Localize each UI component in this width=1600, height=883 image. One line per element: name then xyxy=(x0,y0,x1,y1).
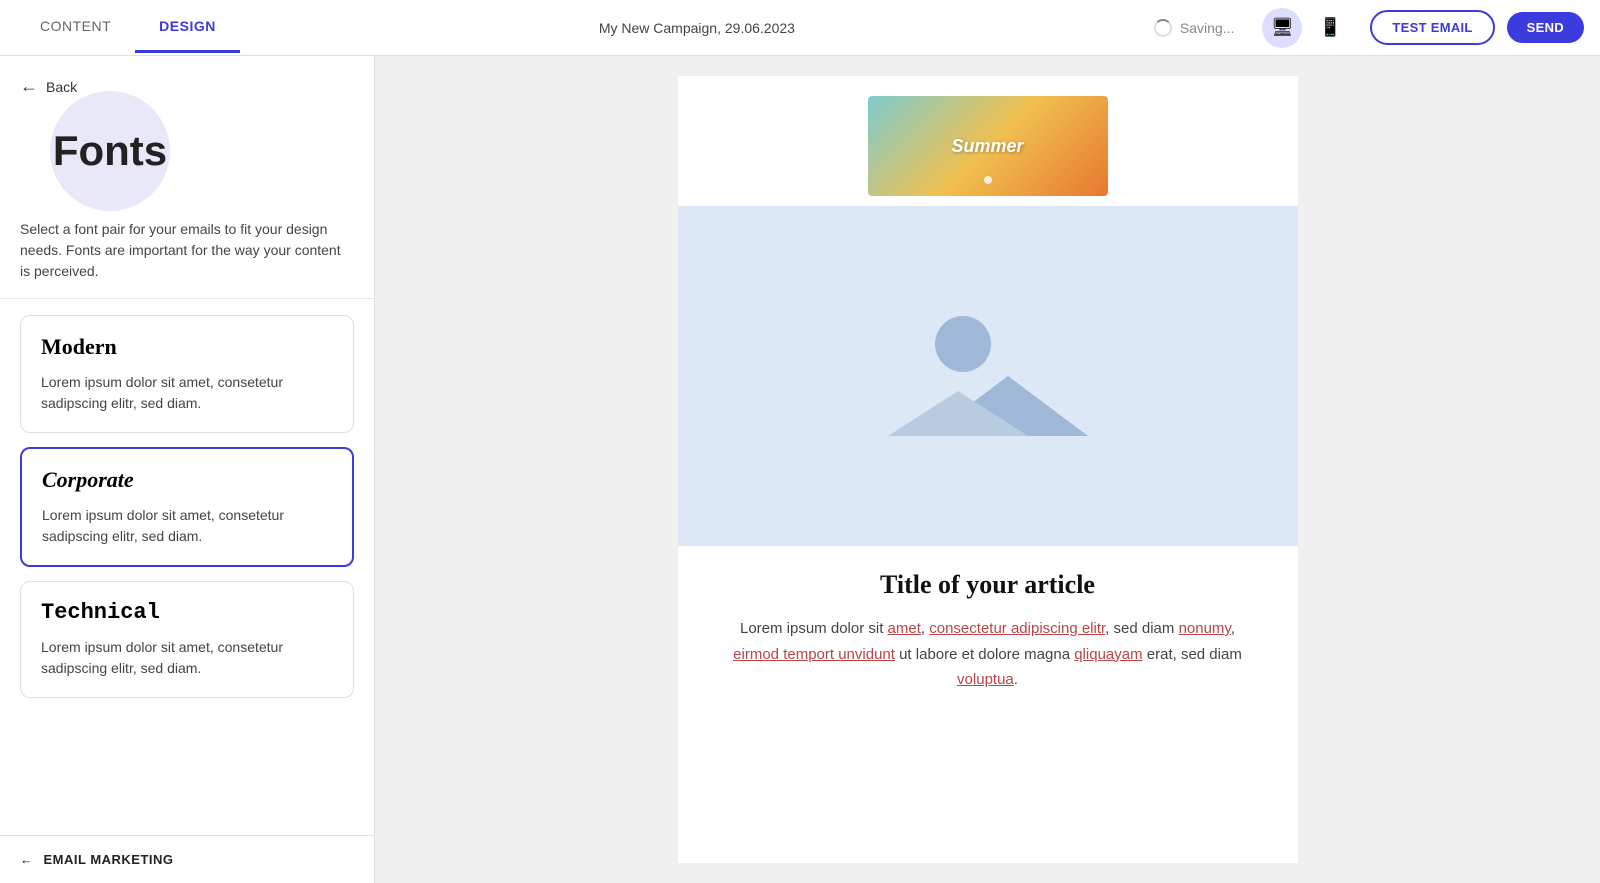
email-marketing-label: EMAIL MARKETING xyxy=(44,852,174,867)
sidebar-description: Select a font pair for your emails to fi… xyxy=(0,211,374,299)
font-card-corporate-title: Corporate xyxy=(42,467,332,493)
tab-content[interactable]: CONTENT xyxy=(16,2,135,53)
font-card-corporate[interactable]: Corporate Lorem ipsum dolor sit amet, co… xyxy=(20,447,354,567)
tab-design[interactable]: DESIGN xyxy=(135,2,240,53)
font-card-technical[interactable]: Technical Lorem ipsum dolor sit amet, co… xyxy=(20,581,354,698)
saving-status: Saving... xyxy=(1154,19,1234,37)
link-qliquayam[interactable]: qliquayam xyxy=(1074,646,1142,663)
font-card-technical-title: Technical xyxy=(41,600,333,625)
article-body: Lorem ipsum dolor sit amet, consectetur … xyxy=(718,616,1258,693)
link-amet[interactable]: amet xyxy=(888,620,921,637)
back-button[interactable]: ← Back xyxy=(20,76,77,97)
saving-spinner xyxy=(1154,19,1172,37)
fonts-title: Fonts xyxy=(53,127,167,175)
image-placeholder xyxy=(678,206,1298,546)
font-card-technical-body: Lorem ipsum dolor sit amet, consetetur s… xyxy=(41,637,333,679)
link-eirmod[interactable]: eirmod temport unvidunt xyxy=(733,646,895,663)
mobile-view-button[interactable]: 📱 xyxy=(1310,8,1350,48)
font-card-modern-title: Modern xyxy=(41,334,333,360)
back-label: Back xyxy=(46,79,77,95)
campaign-name: My New Campaign, 29.06.2023 xyxy=(252,20,1142,36)
email-preview: Summer Title of your article Lorem ipsum… xyxy=(678,76,1298,863)
sidebar-header: ← Back Fonts xyxy=(0,56,374,211)
main-layout: ← Back Fonts Select a font pair for your… xyxy=(0,56,1600,883)
summer-banner: Summer xyxy=(868,96,1108,196)
font-cards-list: Modern Lorem ipsum dolor sit amet, conse… xyxy=(0,299,374,835)
article-title: Title of your article xyxy=(718,570,1258,600)
saving-text: Saving... xyxy=(1180,20,1234,36)
fonts-badge: Fonts xyxy=(50,91,170,211)
link-voluptua[interactable]: voluptua xyxy=(957,671,1014,688)
link-nonumy[interactable]: nonumy xyxy=(1179,620,1231,637)
sidebar: ← Back Fonts Select a font pair for your… xyxy=(0,56,375,883)
back-bottom-icon: ← xyxy=(20,852,34,867)
placeholder-svg xyxy=(878,296,1098,456)
send-button[interactable]: SEND xyxy=(1507,12,1584,43)
font-card-modern[interactable]: Modern Lorem ipsum dolor sit amet, conse… xyxy=(20,315,354,433)
device-icons: 🖥 📱 xyxy=(1262,8,1350,48)
topbar: CONTENT DESIGN My New Campaign, 29.06.20… xyxy=(0,0,1600,56)
font-card-corporate-body: Lorem ipsum dolor sit amet, consetetur s… xyxy=(42,505,332,547)
sidebar-bottom[interactable]: ← EMAIL MARKETING xyxy=(0,835,374,883)
preview-area: Summer Title of your article Lorem ipsum… xyxy=(375,56,1600,883)
link-consectetur[interactable]: consectetur adipiscing elitr xyxy=(929,620,1105,637)
test-email-button[interactable]: TEST EMAIL xyxy=(1370,10,1494,45)
preview-header: Summer xyxy=(678,76,1298,196)
back-arrow-icon: ← xyxy=(20,76,38,97)
font-card-modern-body: Lorem ipsum dolor sit amet, consetetur s… xyxy=(41,372,333,414)
summer-text: Summer xyxy=(951,136,1023,157)
topbar-tabs: CONTENT DESIGN xyxy=(16,2,240,53)
preview-content: Title of your article Lorem ipsum dolor … xyxy=(678,546,1298,717)
desktop-view-button[interactable]: 🖥 xyxy=(1262,8,1302,48)
summer-dot xyxy=(984,176,992,184)
